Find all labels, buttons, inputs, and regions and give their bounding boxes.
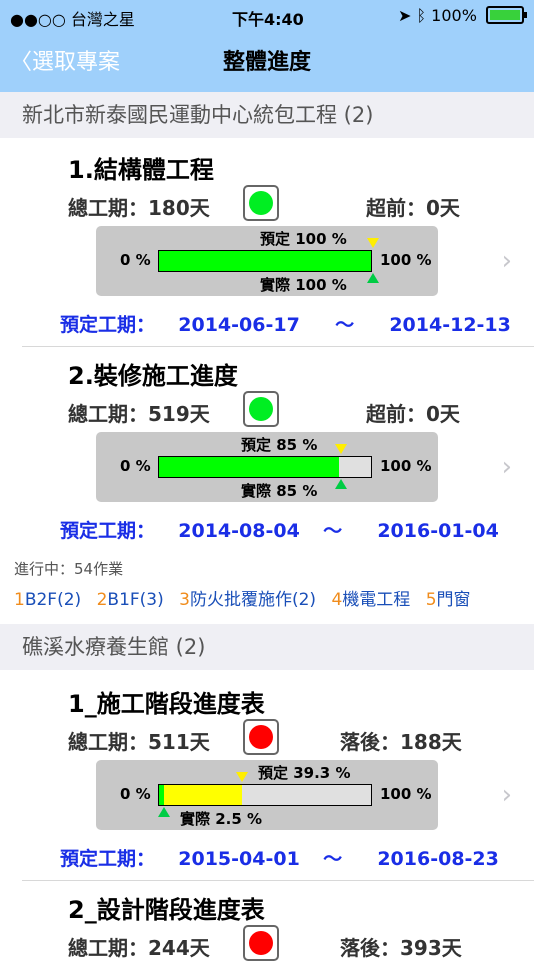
progress-track (158, 250, 372, 272)
work-item[interactable]: 門窗 (437, 590, 471, 610)
location-icon: ➤ (397, 6, 412, 25)
status-light (243, 391, 279, 427)
work-item-number: 5 (425, 590, 437, 610)
group-header: 礁溪水療養生館 (2) (0, 624, 534, 670)
planned-marker-icon (335, 444, 347, 454)
total-duration: 總工期：180天 (68, 196, 210, 220)
start-date: 2015-04-01 (178, 848, 300, 870)
planned-marker-icon (367, 238, 379, 248)
progress-track (158, 456, 372, 478)
work-item-number: 1 (14, 590, 25, 610)
page-title: 整體進度 (222, 50, 311, 75)
work-item[interactable]: B2F(2) (25, 590, 81, 610)
actual-label: 實際 100 % (260, 276, 347, 294)
planned-period: 預定工期： 2015-04-01 ～ 2016-08-23 (60, 844, 499, 871)
actual-label: 實際 85 % (241, 482, 318, 500)
project-title: 1_施工階段進度表 (68, 690, 265, 718)
battery-indicator: ➤ ᛒ 100% (397, 6, 527, 25)
divider (22, 880, 534, 881)
battery-icon (486, 6, 527, 24)
progress-gauge: 0 % 預定 100 % 實際 100 % 100 % (96, 226, 438, 296)
project-row[interactable]: 1.結構體工程 總工期：180天 超前：0天 0 % 預定 100 % 實際 1… (0, 150, 534, 345)
status-light (243, 185, 279, 221)
planned-label: 預定 39.3 % (258, 764, 351, 782)
end-date: 2016-01-04 (377, 520, 499, 542)
period-label: 預定工期： (60, 848, 156, 870)
clock: 下午4:40 (232, 10, 304, 29)
actual-label: 實際 2.5 % (180, 810, 263, 828)
work-item-number: 2 (96, 590, 108, 610)
actual-marker-icon (335, 479, 347, 489)
status-dot-icon (249, 931, 273, 955)
planned-period: 預定工期： 2014-08-04 ～ 2016-01-04 (60, 516, 499, 543)
bluetooth-icon: ᛒ (416, 6, 427, 25)
project-title: 2_設計階段進度表 (68, 896, 265, 924)
status-light (243, 925, 279, 961)
date-separator: ～ (323, 848, 343, 870)
gauge-max-label: 100 % (380, 251, 432, 269)
work-item-list[interactable]: 1B2F(2) 2B1F(3) 3防火批覆施作(2) 4機電工程 5門窗 (14, 585, 534, 610)
planned-fill (164, 785, 243, 805)
work-item[interactable]: 防火批覆施作(2) (190, 590, 316, 610)
status-light (243, 719, 279, 755)
total-duration: 總工期：511天 (68, 730, 210, 754)
project-title: 1.結構體工程 (68, 156, 214, 184)
active-tasks-count: 進行中：54作業 (14, 560, 124, 578)
group-header: 新北市新泰國民運動中心統包工程 (2) (0, 92, 534, 138)
actual-fill (159, 251, 371, 271)
actual-fill (159, 457, 340, 477)
schedule-diff: 落後：188天 (340, 730, 462, 754)
schedule-diff: 超前：0天 (366, 196, 460, 220)
date-separator: ～ (323, 520, 343, 542)
planned-period: 預定工期： 2014-06-17 ～ 2014-12-13 (60, 310, 511, 337)
carrier-label: ●●○○ 台灣之星 (10, 10, 135, 29)
end-date: 2014-12-13 (389, 314, 511, 336)
total-duration: 總工期：519天 (68, 402, 210, 426)
actual-fill (159, 785, 165, 805)
progress-gauge: 0 % 預定 39.3 % 實際 2.5 % 100 % (96, 760, 438, 830)
period-label: 預定工期： (60, 520, 156, 542)
chevron-right-icon: › (501, 246, 512, 276)
actual-marker-icon (367, 273, 379, 283)
start-date: 2014-08-04 (178, 520, 300, 542)
progress-track (158, 784, 372, 806)
project-row[interactable]: 1_施工階段進度表 總工期：511天 落後：188天 0 % 預定 39.3 %… (0, 684, 534, 879)
work-item[interactable]: 機電工程 (342, 590, 410, 610)
start-date: 2014-06-17 (178, 314, 300, 336)
chevron-right-icon: › (501, 780, 512, 810)
work-item-number: 4 (331, 590, 343, 610)
project-title: 2.裝修施工進度 (68, 362, 238, 390)
battery-label: 100% (431, 6, 477, 25)
gauge-min-label: 0 % (120, 457, 151, 475)
status-dot-icon (249, 397, 273, 421)
actual-marker-icon (158, 807, 170, 817)
project-row[interactable]: 2.裝修施工進度 總工期：519天 超前：0天 0 % 預定 85 % 實際 8… (0, 356, 534, 551)
status-bar: ●●○○ 台灣之星 下午4:40 ➤ ᛒ 100% (0, 0, 534, 32)
top-bar: ●●○○ 台灣之星 下午4:40 ➤ ᛒ 100% 〈選取專案 整體進度 (0, 0, 534, 92)
gauge-min-label: 0 % (120, 251, 151, 269)
chevron-right-icon: › (501, 452, 512, 482)
planned-label: 預定 100 % (260, 230, 347, 248)
end-date: 2016-08-23 (377, 848, 499, 870)
project-row[interactable]: 2_設計階段進度表 總工期：244天 落後：393天 (0, 890, 534, 961)
gauge-max-label: 100 % (380, 457, 432, 475)
progress-gauge: 0 % 預定 85 % 實際 85 % 100 % (96, 432, 438, 502)
total-duration: 總工期：244天 (68, 936, 210, 960)
planned-marker-icon (236, 772, 248, 782)
schedule-diff: 超前：0天 (366, 402, 460, 426)
planned-label: 預定 85 % (241, 436, 318, 454)
status-dot-icon (249, 725, 273, 749)
work-item[interactable]: B1F(3) (107, 590, 163, 610)
schedule-diff: 落後：393天 (340, 936, 462, 960)
work-item-number: 3 (179, 590, 190, 610)
divider (22, 346, 534, 347)
period-label: 預定工期： (60, 314, 156, 336)
gauge-min-label: 0 % (120, 785, 151, 803)
gauge-max-label: 100 % (380, 785, 432, 803)
date-separator: ～ (335, 314, 355, 336)
status-dot-icon (249, 191, 273, 215)
